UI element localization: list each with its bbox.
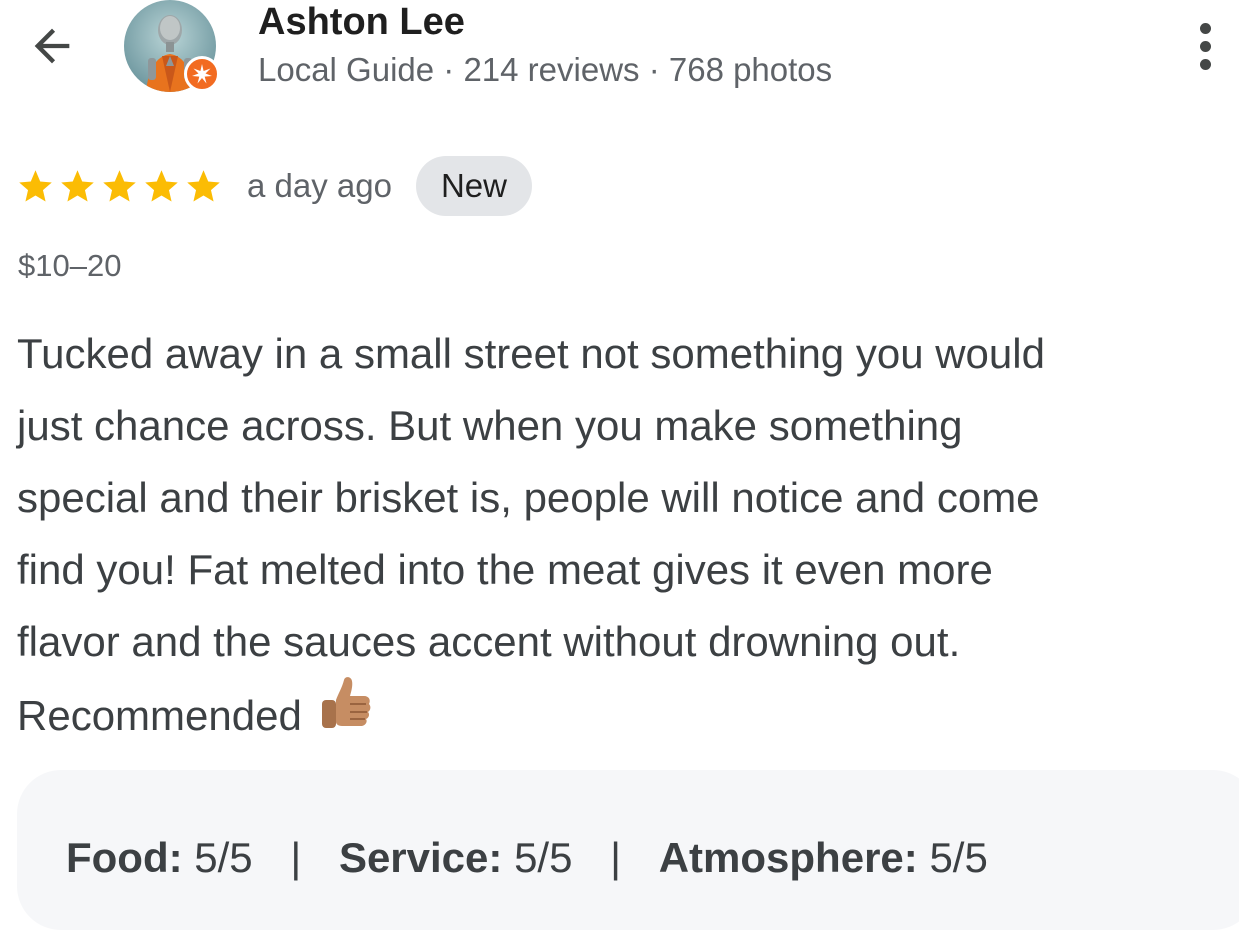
review-text: Tucked away in a small street not someth… <box>17 318 1227 760</box>
reviewer-meta: Local Guide · 214 reviews · 768 photos <box>258 51 833 88</box>
service-rating-value: 5/5 <box>514 834 573 881</box>
review-time: a day ago <box>247 167 392 204</box>
price-range: $10–20 <box>18 248 122 283</box>
more-vert-icon-dot <box>1199 40 1211 52</box>
more-vert-icon <box>1199 22 1211 34</box>
review-line: Tucked away in a small street not someth… <box>17 330 1045 377</box>
review-header: Ashton Lee Local Guide · 214 reviews · 7… <box>0 0 1239 110</box>
star-icon <box>145 169 178 201</box>
back-button[interactable] <box>22 16 82 76</box>
service-rating-label: Service: <box>338 834 503 881</box>
food-rating-label: Food: <box>66 834 183 881</box>
avatar[interactable] <box>124 0 222 92</box>
more-options-button[interactable] <box>1180 16 1230 76</box>
review-line: flavor and the sauces accent without dro… <box>17 618 961 665</box>
star-icon <box>103 169 136 201</box>
local-guide-badge-icon <box>184 56 220 92</box>
rating-separator: | <box>290 834 302 881</box>
review-line-last: Recommended <box>17 677 1227 760</box>
food-rating-value: 5/5 <box>194 834 253 881</box>
star-icon <box>61 169 94 201</box>
review-line: just chance across. But when you make so… <box>17 402 963 449</box>
review-line: find you! Fat melted into the meat gives… <box>17 546 993 593</box>
reviewer-name[interactable]: Ashton Lee <box>258 0 465 44</box>
more-vert-icon-dot <box>1199 58 1211 70</box>
atmosphere-rating-label: Atmosphere: <box>658 834 918 881</box>
rating-row: a day ago New <box>16 156 532 216</box>
new-badge: New <box>415 156 532 216</box>
star-icon <box>19 169 52 201</box>
review-line: special and their brisket is, people wil… <box>17 474 1040 521</box>
sub-ratings: Food: 5/5 | Service: 5/5 | Atmosphere: 5… <box>66 830 988 886</box>
star-icon <box>187 169 220 201</box>
atmosphere-rating-value: 5/5 <box>929 834 988 881</box>
rating-separator: | <box>610 834 622 881</box>
thumbs-up-icon <box>316 674 374 756</box>
review-line: Recommended <box>17 692 302 740</box>
star-rating <box>16 167 223 206</box>
arrow-back-icon <box>34 28 70 64</box>
